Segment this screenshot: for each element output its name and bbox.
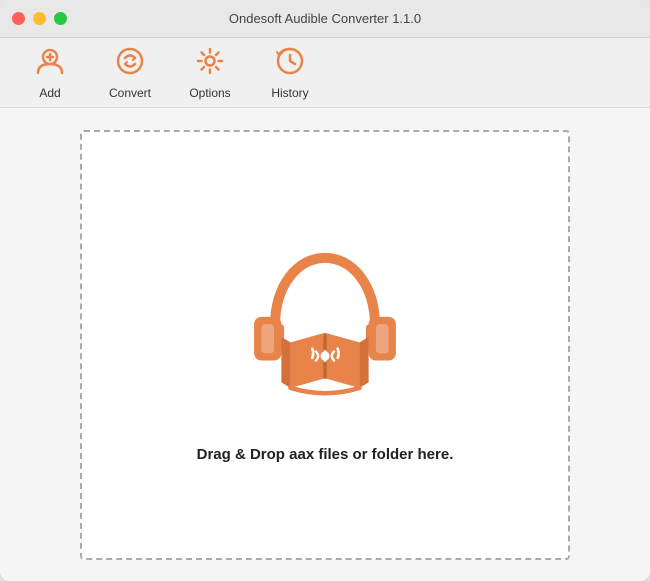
history-icon <box>274 45 306 82</box>
options-label: Options <box>189 86 230 100</box>
history-label: History <box>271 86 308 100</box>
toolbar-item-history[interactable]: History <box>250 43 330 103</box>
window-title: Ondesoft Audible Converter 1.1.0 <box>229 11 421 26</box>
title-bar: Ondesoft Audible Converter 1.1.0 <box>0 0 650 38</box>
drop-zone[interactable]: Drag & Drop aax files or folder here. <box>80 130 570 560</box>
app-window: Ondesoft Audible Converter 1.1.0 Add <box>0 0 650 581</box>
toolbar-item-options[interactable]: Options <box>170 43 250 103</box>
close-button[interactable] <box>12 12 25 25</box>
toolbar-item-add[interactable]: Add <box>10 43 90 103</box>
toolbar-item-convert[interactable]: Convert <box>90 43 170 103</box>
options-icon <box>194 45 226 82</box>
add-icon <box>34 45 66 82</box>
window-controls <box>12 12 67 25</box>
audiobook-icon <box>225 226 425 426</box>
drop-zone-text: Drag & Drop aax files or folder here. <box>197 446 454 463</box>
convert-label: Convert <box>109 86 151 100</box>
toolbar: Add Convert Options <box>0 38 650 108</box>
minimize-button[interactable] <box>33 12 46 25</box>
convert-icon <box>114 45 146 82</box>
maximize-button[interactable] <box>54 12 67 25</box>
add-label: Add <box>39 86 60 100</box>
main-content: Drag & Drop aax files or folder here. <box>0 108 650 581</box>
